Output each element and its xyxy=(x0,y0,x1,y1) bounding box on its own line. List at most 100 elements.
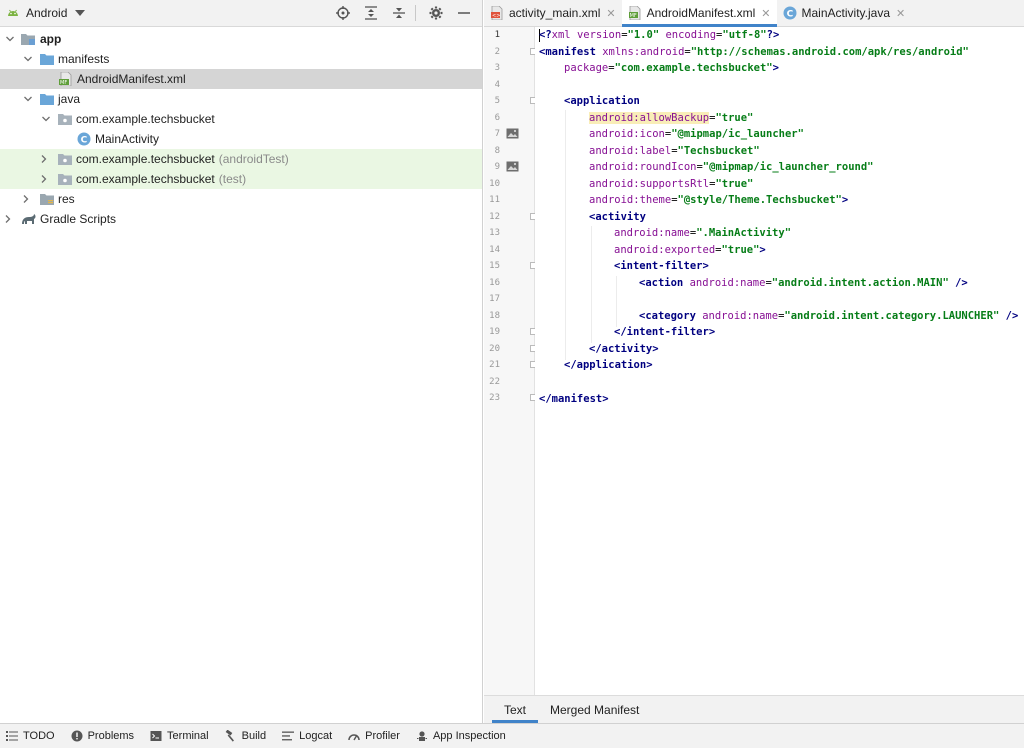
list-icon xyxy=(6,731,18,741)
expand-all-button[interactable] xyxy=(359,3,383,23)
build-button[interactable]: Build xyxy=(225,730,266,742)
image-preview-icon[interactable] xyxy=(506,128,519,139)
locate-file-button[interactable] xyxy=(331,3,355,23)
code-line-15: <intent-filter> xyxy=(614,258,709,274)
tab-android-manifest-xml[interactable]: MF AndroidManifest.xml ✕ xyxy=(621,0,777,27)
chevron-down-icon[interactable] xyxy=(22,53,34,65)
chevron-right-icon[interactable] xyxy=(2,213,14,225)
line-number: 19 xyxy=(489,327,500,337)
code-token: package xyxy=(564,62,609,74)
class-icon: C xyxy=(783,6,797,20)
image-preview-icon[interactable] xyxy=(506,161,519,172)
log-icon xyxy=(282,731,295,741)
tool-window-bar: TODO Problems Terminal Build Logcat Prof… xyxy=(0,723,1024,748)
line-number: 3 xyxy=(494,63,500,73)
chevron-down-icon[interactable] xyxy=(40,113,52,125)
code-token: android:supportsRtl xyxy=(589,178,710,190)
code-token: android:icon xyxy=(589,128,665,140)
expand-all-icon xyxy=(365,6,377,20)
tree-item-package[interactable]: com.example.techsbucket xyxy=(0,109,482,129)
gauge-icon xyxy=(348,734,360,741)
logcat-button[interactable]: Logcat xyxy=(282,730,332,742)
line-number: 2 xyxy=(494,47,500,57)
code-token: "1.0" xyxy=(627,29,660,41)
line-number: 15 xyxy=(489,261,500,271)
close-icon[interactable]: ✕ xyxy=(606,7,615,20)
chevron-down-icon[interactable] xyxy=(75,10,86,16)
close-icon[interactable]: ✕ xyxy=(896,7,905,20)
editor: <> activity_main.xml ✕ MF AndroidManifes… xyxy=(484,0,1024,723)
svg-text:<>: <> xyxy=(492,13,500,19)
line-number: 4 xyxy=(494,80,500,90)
todo-label: TODO xyxy=(23,730,55,742)
problems-button[interactable]: Problems xyxy=(71,730,134,742)
code-line-21: </application> xyxy=(564,357,653,373)
code-line-11: android:theme="@style/Theme.Techsbucket"… xyxy=(589,192,848,208)
class-icon: C xyxy=(76,132,92,146)
hide-panel-button[interactable] xyxy=(452,3,476,23)
resources-folder-icon xyxy=(39,192,55,206)
chevron-right-icon[interactable] xyxy=(38,153,50,165)
tab-text[interactable]: Text xyxy=(492,696,539,723)
code-token: "@style/Theme.Techsbucket" xyxy=(677,194,842,206)
manifest-file-icon: MF xyxy=(628,6,640,20)
collapse-all-button[interactable] xyxy=(387,3,411,23)
code-line-2: <manifest xmlns:android="http://schemas.… xyxy=(539,44,969,60)
tab-main-activity-java[interactable]: C MainActivity.java ✕ xyxy=(777,0,912,26)
terminal-button[interactable]: Terminal xyxy=(150,730,209,742)
package-icon xyxy=(57,172,73,186)
line-number: 5 xyxy=(494,96,500,106)
settings-button[interactable] xyxy=(424,3,448,23)
tree-item-main-activity[interactable]: C MainActivity xyxy=(0,129,482,149)
code-token: > xyxy=(702,260,709,272)
chevron-right-icon[interactable] xyxy=(20,193,32,205)
profiler-button[interactable]: Profiler xyxy=(348,730,400,742)
tree-item-label: com.example.techsbucket xyxy=(76,152,215,166)
tree-item-test-package[interactable]: com.example.techsbucket (test) xyxy=(0,169,482,189)
line-number: 7 xyxy=(494,129,500,139)
tree-item-app[interactable]: app xyxy=(0,29,482,49)
code-area[interactable]: <?xml version="1.0" encoding="utf-8"?> <… xyxy=(535,27,1024,695)
indent-guide xyxy=(591,226,592,343)
tree-item-res[interactable]: res xyxy=(0,189,482,209)
toolbar-divider xyxy=(415,5,416,21)
indent-guide xyxy=(565,110,566,360)
code-token: ".MainActivity" xyxy=(696,227,792,239)
code-line-16: <action android:name="android.intent.act… xyxy=(639,275,968,291)
tree-item-java[interactable]: java xyxy=(0,89,482,109)
code-line-6: android:allowBackup="true" xyxy=(589,110,753,126)
code-line-12: <activity xyxy=(589,209,646,225)
tree-item-label: res xyxy=(58,192,75,206)
layout-file-icon: <> xyxy=(491,6,503,20)
gradle-icon xyxy=(21,212,37,226)
collapse-all-icon xyxy=(393,8,405,18)
code-token: "android.intent.category.LAUNCHER" xyxy=(784,310,1000,322)
code-line-10: android:supportsRtl="true" xyxy=(589,176,753,192)
code-token: android:name xyxy=(614,227,690,239)
tab-label: MainActivity.java xyxy=(801,6,890,20)
android-icon xyxy=(8,9,18,16)
line-number: 6 xyxy=(494,113,500,123)
chevron-right-icon[interactable] xyxy=(38,173,50,185)
code-line-18: <category android:name="android.intent.c… xyxy=(639,308,1018,324)
close-icon[interactable]: ✕ xyxy=(761,7,770,20)
tree-item-gradle-scripts[interactable]: Gradle Scripts xyxy=(0,209,482,229)
tree-item-android-manifest[interactable]: MF AndroidManifest.xml xyxy=(0,69,482,89)
profiler-label: Profiler xyxy=(365,730,400,742)
app-inspection-button[interactable]: App Inspection xyxy=(416,730,506,742)
tab-merged-manifest[interactable]: Merged Manifest xyxy=(538,696,651,723)
logcat-label: Logcat xyxy=(299,730,333,742)
tree-item-label: manifests xyxy=(58,52,110,66)
chevron-down-icon[interactable] xyxy=(22,93,34,105)
line-number: 21 xyxy=(489,360,500,370)
tree-item-manifests[interactable]: manifests xyxy=(0,49,482,69)
minimize-icon xyxy=(458,12,470,14)
code-token: xml version xyxy=(551,29,622,41)
tab-activity-main-xml[interactable]: <> activity_main.xml ✕ xyxy=(484,0,622,26)
project-view-selector[interactable]: Android xyxy=(26,6,67,20)
code-token: android:label xyxy=(589,145,672,157)
module-folder-icon xyxy=(20,32,36,46)
tree-item-android-test-package[interactable]: com.example.techsbucket (androidTest) xyxy=(0,149,482,169)
chevron-down-icon[interactable] xyxy=(4,33,16,45)
todo-button[interactable]: TODO xyxy=(6,730,55,742)
